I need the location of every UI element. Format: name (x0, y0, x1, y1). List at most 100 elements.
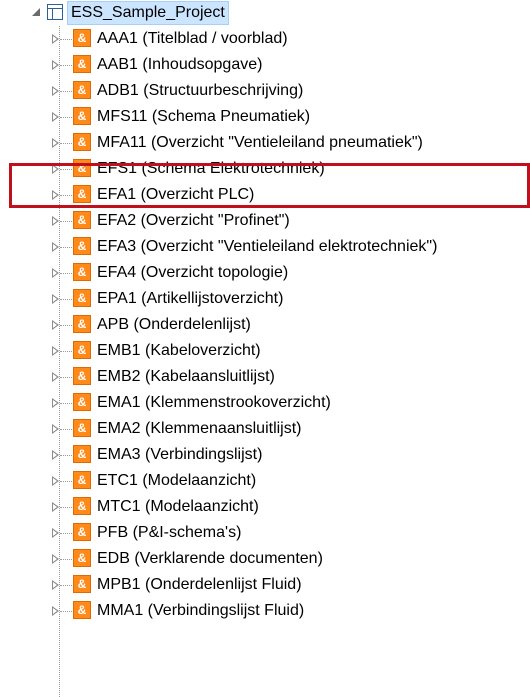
tree-item[interactable]: & EMA1 (Klemmenstrookoverzicht) (0, 390, 530, 416)
tree-branch-line (60, 39, 72, 40)
expand-arrow-icon[interactable] (52, 528, 59, 538)
tree-item-label[interactable]: EMA2 (Klemmenaansluitlijst) (97, 416, 302, 442)
expand-arrow-icon[interactable] (52, 346, 59, 356)
expand-arrow-icon[interactable] (52, 138, 59, 148)
tree-item-label[interactable]: EFA4 (Overzicht topologie) (97, 260, 288, 286)
expand-arrow-icon[interactable] (52, 320, 59, 330)
tree-item[interactable]: & EPA1 (Artikellijstoverzicht) (0, 286, 530, 312)
tree-item-label[interactable]: MMA1 (Verbindingslijst Fluid) (97, 598, 304, 624)
tree-item-label[interactable]: EFS1 (Schema Elektrotechniek) (97, 156, 325, 182)
tree-item[interactable]: & ADB1 (Structuurbeschrijving) (0, 78, 530, 104)
expand-arrow-icon[interactable] (52, 86, 59, 96)
tree-item[interactable]: & ETC1 (Modelaanzicht) (0, 468, 530, 494)
expand-arrow-icon[interactable] (52, 294, 59, 304)
tree-item-label[interactable]: EFA3 (Overzicht "Ventieleiland elektrote… (97, 234, 437, 260)
tree-branch-line (60, 377, 72, 378)
ampersand-page-icon: & (73, 133, 91, 151)
tree-item-label[interactable]: EMB1 (Kabeloverzicht) (97, 338, 261, 364)
tree-branch-line (60, 325, 72, 326)
tree-item-label[interactable]: MPB1 (Onderdelenlijst Fluid) (97, 572, 302, 598)
expand-arrow-icon[interactable] (52, 606, 59, 616)
tree-item-label[interactable]: EMA3 (Verbindingslijst) (97, 442, 262, 468)
ampersand-page-icon: & (73, 341, 91, 359)
tree-branch-line (60, 195, 72, 196)
tree-item[interactable]: & EMA2 (Klemmenaansluitlijst) (0, 416, 530, 442)
tree-branch-line (60, 273, 72, 274)
expand-arrow-icon[interactable] (52, 216, 59, 226)
tree-item-label[interactable]: PFB (P&I-schema's) (97, 520, 241, 546)
ampersand-page-icon: & (73, 393, 91, 411)
tree-item-label[interactable]: EPA1 (Artikellijstoverzicht) (97, 286, 283, 312)
ampersand-page-icon: & (73, 263, 91, 281)
tree-item[interactable]: & MFA11 (Overzicht "Ventieleiland pneumat… (0, 130, 530, 156)
ampersand-page-icon: & (73, 81, 91, 99)
ampersand-page-icon: & (73, 211, 91, 229)
expand-arrow-icon[interactable] (52, 450, 59, 460)
tree-branch-line (60, 455, 72, 456)
tree-item-label[interactable]: EMB2 (Kabelaansluitlijst) (97, 364, 275, 390)
expand-arrow-icon[interactable] (52, 60, 59, 70)
tree-item[interactable]: & AAA1 (Titelblad / voorblad) (0, 26, 530, 52)
tree-item-label[interactable]: ETC1 (Modelaanzicht) (97, 468, 256, 494)
tree-branch-line (60, 559, 72, 560)
tree-item-label[interactable]: EFA2 (Overzicht "Profinet") (97, 208, 290, 234)
tree-item-label[interactable]: MTC1 (Modelaanzicht) (97, 494, 259, 520)
tree-branch-line (60, 585, 72, 586)
expand-arrow-icon[interactable] (52, 424, 59, 434)
tree-item[interactable]: & AAB1 (Inhoudsopgave) (0, 52, 530, 78)
ampersand-page-icon: & (73, 185, 91, 203)
tree-item[interactable]: & MFS11 (Schema Pneumatiek) (0, 104, 530, 130)
expand-arrow-icon[interactable] (52, 554, 59, 564)
tree-item[interactable]: & APB (Onderdelenlijst) (0, 312, 530, 338)
tree-branch-line (60, 299, 72, 300)
tree-item[interactable]: & EMB2 (Kabelaansluitlijst) (0, 364, 530, 390)
tree-item-label[interactable]: EMA1 (Klemmenstrookoverzicht) (97, 390, 331, 416)
tree-branch-line (60, 507, 72, 508)
expand-arrow-icon[interactable] (52, 112, 59, 122)
tree-item[interactable]: & EMB1 (Kabeloverzicht) (0, 338, 530, 364)
tree-branch-line (60, 143, 72, 144)
tree-item-label[interactable]: APB (Onderdelenlijst) (97, 312, 251, 338)
collapse-arrow-icon[interactable] (32, 8, 40, 16)
project-name-label[interactable]: ESS_Sample_Project (67, 1, 229, 25)
tree-item[interactable]: & EMA3 (Verbindingslijst) (0, 442, 530, 468)
ampersand-page-icon: & (73, 159, 91, 177)
expand-arrow-icon[interactable] (52, 190, 59, 200)
tree-item[interactable]: & EFS1 (Schema Elektrotechniek) (0, 156, 530, 182)
expand-arrow-icon[interactable] (52, 580, 59, 590)
expand-arrow-icon[interactable] (52, 242, 59, 252)
tree-item[interactable]: & EFA2 (Overzicht "Profinet") (0, 208, 530, 234)
tree-item[interactable]: & MMA1 (Verbindingslijst Fluid) (0, 598, 530, 624)
expand-arrow-icon[interactable] (52, 268, 59, 278)
tree-item-label[interactable]: AAA1 (Titelblad / voorblad) (97, 26, 288, 52)
tree-item[interactable]: & EFA4 (Overzicht topologie) (0, 260, 530, 286)
ampersand-page-icon: & (73, 471, 91, 489)
tree-item[interactable]: & EDB (Verklarende documenten) (0, 546, 530, 572)
tree-item[interactable]: & MPB1 (Onderdelenlijst Fluid) (0, 572, 530, 598)
tree-item-label[interactable]: ADB1 (Structuurbeschrijving) (97, 78, 303, 104)
tree-item[interactable]: & MTC1 (Modelaanzicht) (0, 494, 530, 520)
tree-branch-line (60, 169, 72, 170)
expand-arrow-icon[interactable] (52, 372, 59, 382)
tree-item-label[interactable]: MFS11 (Schema Pneumatiek) (97, 104, 310, 130)
expand-arrow-icon[interactable] (52, 398, 59, 408)
tree-item[interactable]: & EFA1 (Overzicht PLC) (0, 182, 530, 208)
tree-item-label[interactable]: EFA1 (Overzicht PLC) (97, 182, 254, 208)
ampersand-page-icon: & (73, 55, 91, 73)
tree-item-label[interactable]: AAB1 (Inhoudsopgave) (97, 52, 262, 78)
tree-item-label[interactable]: EDB (Verklarende documenten) (97, 546, 323, 572)
ampersand-page-icon: & (73, 237, 91, 255)
tree-branch-line (60, 533, 72, 534)
tree-branch-line (60, 429, 72, 430)
tree-item-label[interactable]: MFA11 (Overzicht "Ventieleiland pneumati… (97, 130, 423, 156)
expand-arrow-icon[interactable] (52, 164, 59, 174)
tree-branch-line (60, 221, 72, 222)
ampersand-page-icon: & (73, 107, 91, 125)
tree-root-row[interactable]: ESS_Sample_Project (0, 0, 530, 26)
tree-branch-line (60, 91, 72, 92)
tree-item[interactable]: & PFB (P&I-schema's) (0, 520, 530, 546)
expand-arrow-icon[interactable] (52, 34, 59, 44)
expand-arrow-icon[interactable] (52, 502, 59, 512)
expand-arrow-icon[interactable] (52, 476, 59, 486)
tree-item[interactable]: & EFA3 (Overzicht "Ventieleiland elektrot… (0, 234, 530, 260)
